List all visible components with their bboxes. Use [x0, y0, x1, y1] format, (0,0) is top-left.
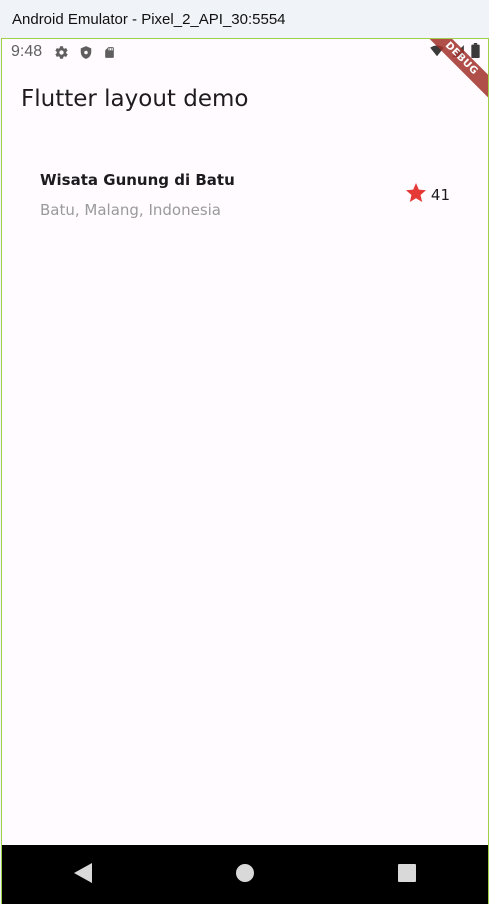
title-texts: Wisata Gunung di Batu Batu, Malang, Indo… [40, 171, 404, 219]
title-section: Wisata Gunung di Batu Batu, Malang, Indo… [40, 171, 450, 219]
status-icons-left [54, 45, 116, 60]
app-bar: Flutter layout demo [2, 65, 488, 133]
back-button[interactable] [53, 855, 113, 895]
shield-icon [79, 45, 93, 60]
star-icon [404, 181, 428, 209]
home-button[interactable] [215, 855, 275, 895]
sd-card-icon [103, 45, 116, 60]
home-icon [236, 864, 254, 886]
window-titlebar[interactable]: Android Emulator - Pixel_2_API_30:5554 [0, 0, 489, 38]
rating-count: 41 [430, 186, 450, 204]
status-time: 9:48 [11, 43, 43, 60]
gear-icon [54, 45, 69, 60]
rating: 41 [404, 181, 450, 209]
app-bar-title: Flutter layout demo [21, 86, 249, 112]
system-nav-bar [2, 845, 488, 904]
recents-button[interactable] [377, 855, 437, 895]
phone-screen: 9:48 DEBUG Flutter layout demo Wisata Gu… [1, 38, 489, 904]
place-name: Wisata Gunung di Batu [40, 171, 235, 189]
recents-icon [398, 864, 416, 886]
back-icon [74, 863, 92, 887]
emulator-window: Android Emulator - Pixel_2_API_30:5554 9… [0, 0, 489, 904]
window-title: Android Emulator - Pixel_2_API_30:5554 [12, 10, 286, 28]
place-location: Batu, Malang, Indonesia [40, 201, 222, 219]
status-bar: 9:48 DEBUG [2, 39, 488, 104]
